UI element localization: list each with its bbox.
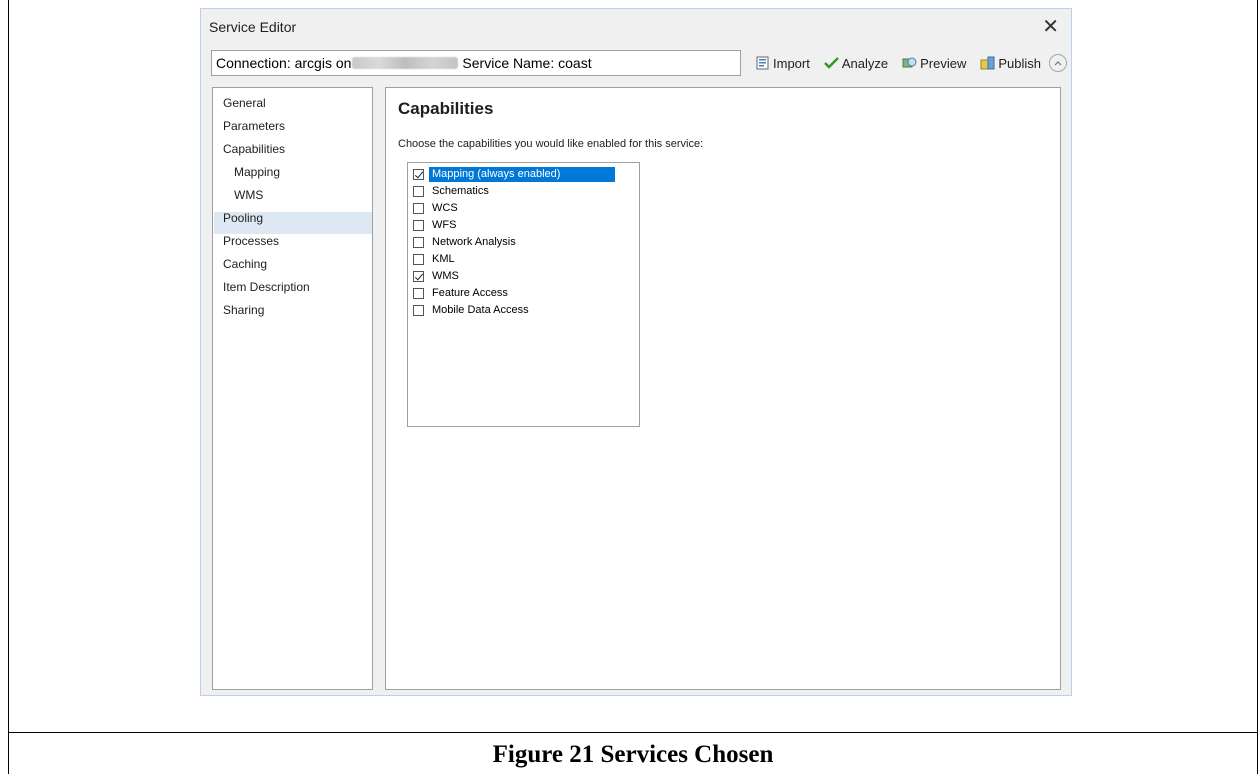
- capability-label: WFS: [432, 218, 457, 231]
- service-name-label: Service Name: coast: [462, 55, 592, 71]
- capability-label: Mapping (always enabled): [429, 166, 615, 182]
- capability-label: Mobile Data Access: [432, 303, 529, 316]
- nav-item-parameters[interactable]: Parameters: [223, 119, 285, 133]
- capability-checkbox[interactable]: [413, 304, 424, 316]
- figure-caption: Figure 21 Services Chosen: [492, 741, 774, 768]
- service-editor-window: Service Editor ✕ Connection: arcgis on Se…: [200, 8, 1072, 696]
- analyze-label: Analyze: [841, 55, 889, 71]
- capability-label: KML: [432, 252, 455, 265]
- nav-item-mapping[interactable]: Mapping: [234, 165, 280, 179]
- checkmark-icon: [823, 57, 839, 69]
- capability-item[interactable]: Mapping (always enabled): [413, 166, 615, 182]
- capability-checkbox[interactable]: [413, 253, 424, 265]
- capability-item[interactable]: WMS: [413, 268, 462, 284]
- connection-label: Connection: arcgis on: [216, 55, 352, 71]
- capabilities-panel: Capabilities Choose the capabilities you…: [385, 87, 1061, 690]
- import-icon: [756, 56, 769, 70]
- capability-item[interactable]: Network Analysis: [413, 234, 519, 250]
- preview-icon: [902, 57, 917, 68]
- capability-item[interactable]: WFS: [413, 217, 459, 233]
- nav-item-wms[interactable]: WMS: [234, 188, 263, 202]
- document-border-left: [8, 0, 9, 774]
- panel-description: Choose the capabilities you would like e…: [398, 138, 704, 150]
- capability-checkbox[interactable]: [413, 185, 424, 197]
- import-label: Import: [773, 55, 810, 71]
- settings-nav: General Parameters Capabilities Mapping …: [212, 87, 373, 690]
- capability-item[interactable]: KML: [413, 251, 458, 267]
- capability-checkbox[interactable]: [413, 270, 424, 282]
- redacted-server-name: [352, 57, 459, 69]
- window-title: Service Editor: [209, 19, 297, 35]
- capability-label: Feature Access: [432, 286, 508, 299]
- capability-checkbox[interactable]: [413, 168, 424, 180]
- capabilities-list: Mapping (always enabled) Schematics WCS …: [407, 162, 640, 427]
- collapse-button[interactable]: [1048, 54, 1067, 72]
- capability-label: WCS: [432, 201, 458, 214]
- import-button[interactable]: Import: [756, 56, 810, 71]
- close-icon[interactable]: ✕: [1042, 14, 1059, 39]
- nav-item-general[interactable]: General: [223, 96, 266, 110]
- capability-label: Schematics: [432, 184, 489, 197]
- capability-item[interactable]: Feature Access: [413, 285, 511, 301]
- nav-item-caching[interactable]: Caching: [223, 257, 267, 271]
- toolbar: Import Analyze Preview Publish: [756, 54, 1067, 72]
- nav-item-processes[interactable]: Processes: [223, 234, 279, 248]
- capability-item[interactable]: WCS: [413, 200, 461, 216]
- document-divider: [8, 732, 1258, 733]
- publish-button[interactable]: Publish: [980, 56, 1041, 71]
- chevron-up-icon: [1054, 61, 1062, 66]
- nav-item-item-description[interactable]: Item Description: [223, 280, 310, 294]
- publish-icon: [980, 56, 995, 70]
- capability-checkbox[interactable]: [413, 202, 424, 214]
- capability-checkbox[interactable]: [413, 219, 424, 231]
- nav-item-pooling[interactable]: Pooling: [223, 211, 263, 225]
- preview-button[interactable]: Preview: [902, 56, 966, 71]
- capability-label: WMS: [432, 269, 459, 282]
- nav-item-sharing[interactable]: Sharing: [223, 303, 264, 317]
- capability-item[interactable]: Mobile Data Access: [413, 302, 532, 318]
- nav-item-capabilities[interactable]: Capabilities: [223, 142, 285, 156]
- publish-label: Publish: [998, 55, 1041, 71]
- capability-checkbox[interactable]: [413, 236, 424, 248]
- panel-title: Capabilities: [398, 99, 494, 118]
- capability-label: Network Analysis: [432, 235, 516, 248]
- preview-label: Preview: [920, 55, 967, 71]
- analyze-button[interactable]: Analyze: [823, 55, 889, 71]
- connection-info: Connection: arcgis on Service Name: coast: [211, 50, 741, 76]
- capability-item[interactable]: Schematics: [413, 183, 492, 199]
- capability-checkbox[interactable]: [413, 287, 424, 299]
